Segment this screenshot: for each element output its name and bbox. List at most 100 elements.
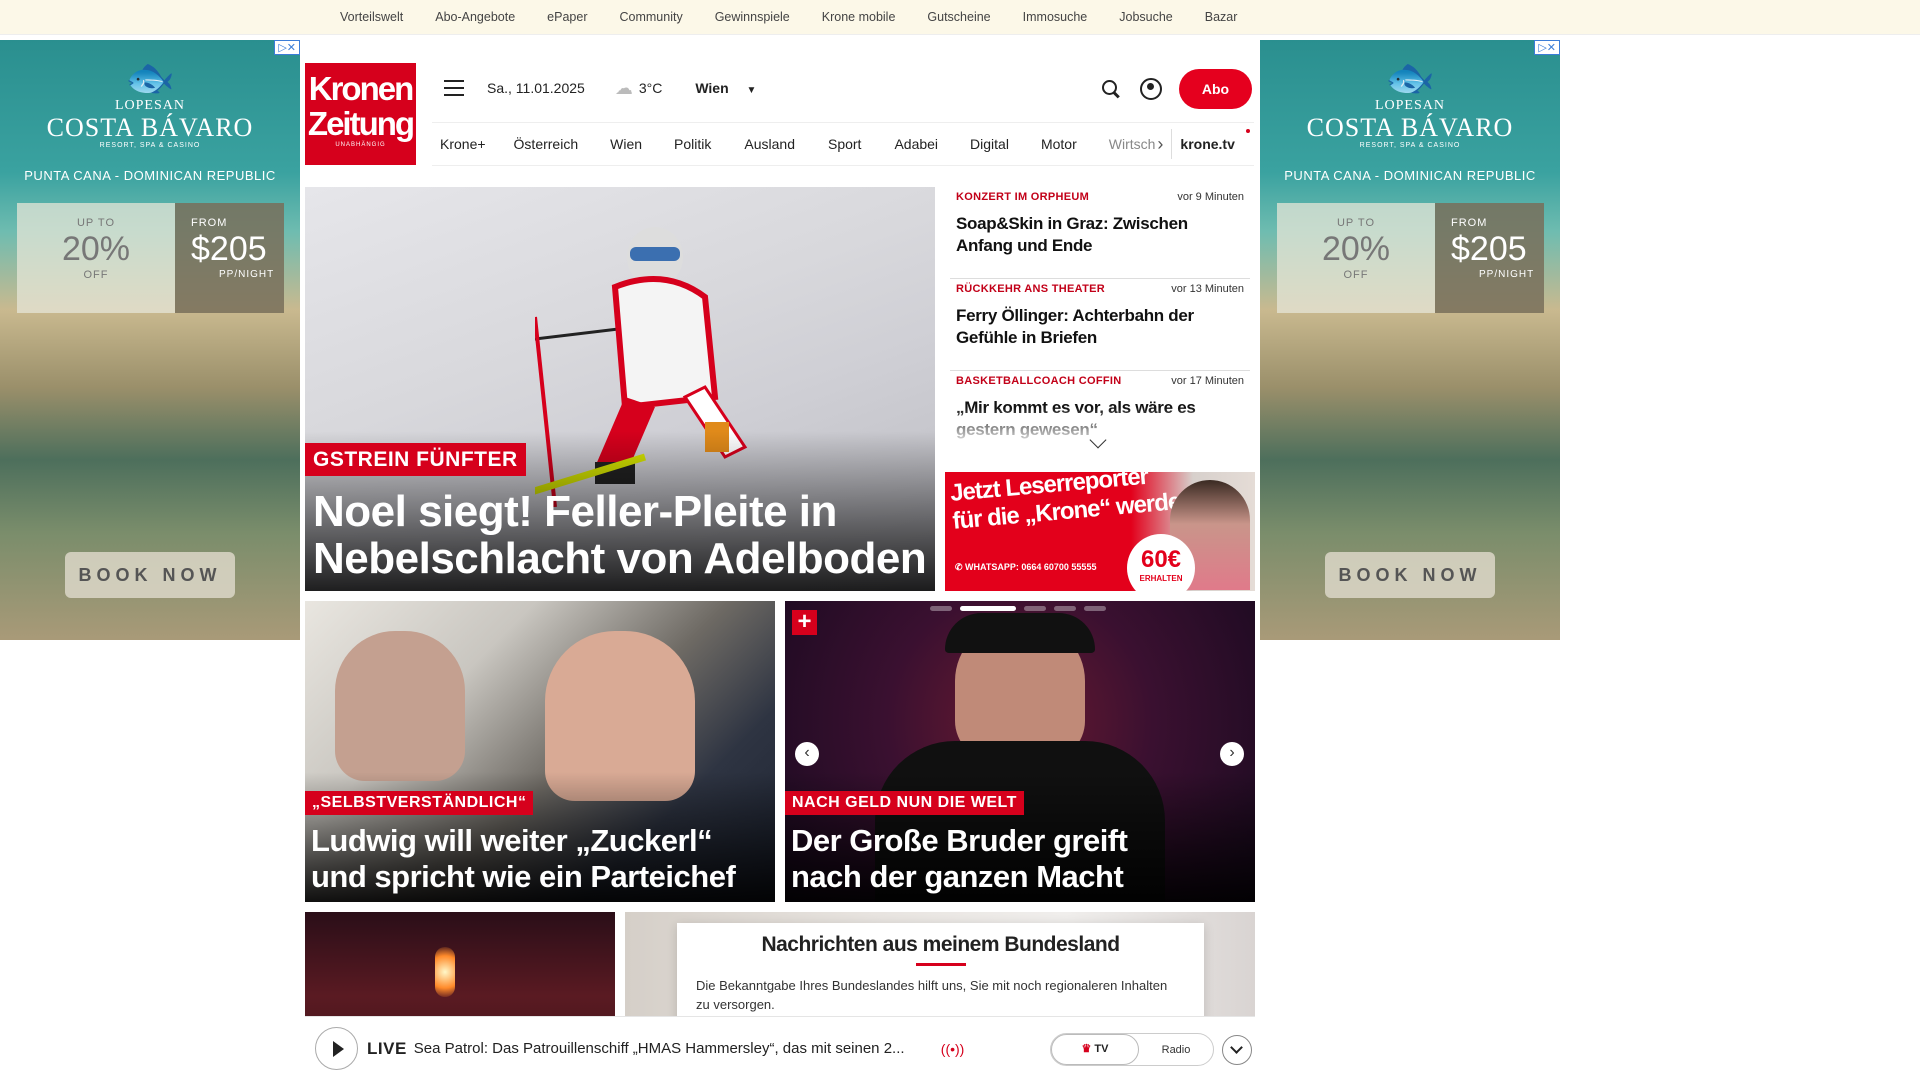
header-bar: Sa., 11.01.2025 ☁ 3°C Wien ▼ — [433, 68, 756, 108]
link-jobsuche[interactable]: Jobsuche — [1119, 0, 1173, 35]
expand-player-button[interactable] — [1222, 1035, 1252, 1065]
hero-kicker: GSTREIN FÜNFTER — [305, 443, 526, 476]
link-bazar[interactable]: Bazar — [1205, 0, 1238, 35]
link-epaper[interactable]: ePaper — [547, 0, 587, 35]
carousel-dot[interactable] — [1024, 606, 1046, 611]
chevron-down-icon: ▼ — [746, 85, 757, 96]
tile2-headline-line2: nach der ganzen Macht — [791, 859, 1124, 894]
ad-from: FROM — [191, 217, 228, 229]
link-abo-angebote[interactable]: Abo-Angebote — [435, 0, 515, 35]
tv-toggle-button[interactable]: ♛ TV — [1051, 1034, 1139, 1065]
carousel-dot[interactable] — [1084, 606, 1106, 611]
ad-price-box: FROM $205 PP/NIGHT — [175, 203, 284, 313]
nav-wirtschaft[interactable]: Wirtsch — [1109, 136, 1158, 152]
nav-ausland[interactable]: Ausland — [744, 136, 811, 152]
ad-left[interactable]: ▷✕ 🐟 LOPESAN COSTA BÁVARO RESORT, SPA & … — [0, 40, 300, 640]
link-krone-mobile[interactable]: Krone mobile — [822, 0, 896, 35]
ad-book-now-button[interactable]: BOOK NOW — [1325, 552, 1495, 598]
carousel-next-icon[interactable]: › — [1220, 742, 1244, 766]
carousel-indicators[interactable] — [930, 606, 1106, 611]
ad-logo: 🐟 LOPESAN COSTA BÁVARO RESORT, SPA & CAS… — [1260, 58, 1560, 149]
play-button[interactable] — [315, 1027, 358, 1070]
tile1-kicker: „SELBSTVERSTÄNDLICH“ — [305, 791, 534, 815]
link-gutscheine[interactable]: Gutscheine — [927, 0, 990, 35]
link-immosuche[interactable]: Immosuche — [1023, 0, 1088, 35]
tile2-headline[interactable]: Der Große Bruder greift nach der ganzen … — [791, 823, 1128, 895]
radio-toggle-button[interactable]: Radio — [1139, 1044, 1213, 1056]
main-navigation: Krone+ Österreich Wien Politik Ausland S… — [432, 122, 1254, 166]
live-label: LIVE — [367, 1038, 407, 1058]
adchoices-icon[interactable]: ▷✕ — [274, 40, 300, 55]
ad-brand-line2: COSTA BÁVARO — [46, 113, 254, 142]
carousel-dot-active[interactable] — [960, 606, 1016, 611]
ad-from: FROM — [1451, 217, 1488, 229]
marlin-icon: 🐟 — [125, 56, 175, 100]
nav-krone-plus[interactable]: Krone+ — [440, 136, 502, 152]
tile1-headline[interactable]: Ludwig will weiter „Zuckerl“ und spricht… — [311, 823, 736, 895]
news-time: vor 13 Minuten — [1171, 283, 1244, 295]
latest-news-list: KONZERT IM ORPHEUM vor 9 Minuten Soap&Ski… — [950, 187, 1250, 447]
tile1-headline-line2: und spricht wie ein Parteichef — [311, 859, 736, 894]
user-account-icon[interactable] — [1140, 78, 1162, 100]
ad-brand-line1: LOPESAN — [1374, 98, 1445, 113]
chevron-right-icon[interactable]: › — [1157, 134, 1163, 155]
nav-motor[interactable]: Motor — [1041, 136, 1093, 152]
player-title[interactable]: Sea Patrol: Das Patrouillenschiff „HMAS … — [414, 1040, 929, 1057]
abo-button[interactable]: Abo — [1179, 69, 1252, 109]
ad-price-box: FROM $205 PP/NIGHT — [1435, 203, 1544, 313]
hero-headline-line2: Nebelschlacht von Adelboden — [313, 534, 927, 583]
news-time: vor 17 Minuten — [1171, 375, 1244, 387]
nav-oesterreich[interactable]: Österreich — [514, 136, 595, 152]
ad-location: PUNTA CANA - DOMINICAN REPUBLIC — [24, 168, 276, 183]
tile1-headline-line1: Ludwig will weiter „Zuckerl“ — [311, 823, 713, 858]
top-service-bar: Vorteilswelt Abo-Angebote ePaper Communi… — [0, 0, 1920, 35]
ad-right[interactable]: ▷✕ 🐟 LOPESAN COSTA BÁVARO RESORT, SPA & … — [1260, 40, 1560, 640]
list-item[interactable]: RÜCKKEHR ANS THEATER vor 13 Minuten Ferry… — [950, 279, 1250, 371]
nav-wien[interactable]: Wien — [610, 136, 658, 152]
news-time: vor 9 Minuten — [1177, 191, 1244, 203]
nav-divider — [1171, 129, 1173, 159]
temperature: 3°C — [638, 80, 663, 96]
crown-icon: ♛ — [1081, 1043, 1095, 1055]
link-vorteilswelt[interactable]: Vorteilswelt — [340, 0, 403, 35]
whatsapp-number: WHATSAPP: 0664 60700 55555 — [965, 562, 1097, 572]
kronen-zeitung-logo[interactable]: Kronen Zeitung UNABHÄNGIG — [305, 63, 416, 165]
ad-price: $205 — [1451, 230, 1527, 268]
badge-amount: 60€ — [1140, 546, 1182, 573]
ad-discount: 20% — [1321, 230, 1391, 268]
menu-icon[interactable] — [444, 80, 464, 96]
nav-digital[interactable]: Digital — [970, 136, 1025, 152]
cap-photo — [945, 613, 1095, 653]
ad-discount-box: UP TO 20% OFF — [17, 203, 175, 313]
nav-politik[interactable]: Politik — [674, 136, 727, 152]
whatsapp-icon: ✆ — [955, 562, 966, 572]
ad-book-now-button[interactable]: BOOK NOW — [65, 552, 235, 598]
popup-underline — [915, 963, 966, 966]
ad-brand-line3: RESORT, SPA & CASINO — [99, 142, 201, 149]
person-photo — [335, 631, 465, 781]
ad-brand-line1: LOPESAN — [114, 98, 185, 113]
nav-adabei[interactable]: Adabei — [894, 136, 954, 152]
city-selector[interactable]: Wien ▼ — [695, 80, 756, 96]
leserreporter-banner[interactable]: Jetzt Leserreporter für die „Krone“ werd… — [945, 472, 1255, 591]
link-community[interactable]: Community — [619, 0, 682, 35]
hero-headline-line1: Noel siegt! Feller-Pleite in — [313, 487, 837, 536]
tile2-kicker: NACH GELD NUN DIE WELT — [785, 791, 1024, 815]
search-icon[interactable] — [1100, 78, 1122, 100]
tv-radio-toggle[interactable]: ♛ TV Radio — [1050, 1033, 1214, 1066]
link-gewinnspiele[interactable]: Gewinnspiele — [715, 0, 790, 35]
carousel-dot[interactable] — [1054, 606, 1076, 611]
news-tag: RÜCKKEHR ANS THEATER — [956, 283, 1105, 295]
list-item[interactable]: KONZERT IM ORPHEUM vor 9 Minuten Soap&Ski… — [950, 187, 1250, 279]
carousel-dot[interactable] — [930, 606, 952, 611]
adchoices-icon[interactable]: ▷✕ — [1534, 40, 1560, 55]
ad-brand-line2: COSTA BÁVARO — [1306, 113, 1514, 142]
live-player-bar: LIVE Sea Patrol: Das Patrouillenschiff „… — [305, 1016, 1255, 1080]
carousel-prev-icon[interactable]: ‹ — [795, 742, 819, 766]
nav-sport[interactable]: Sport — [828, 136, 877, 152]
header-actions: Abo — [1100, 69, 1252, 109]
nav-krone-tv[interactable]: krone.tv — [1180, 136, 1250, 152]
banner-whatsapp: ✆ WHATSAPP: 0664 60700 55555 — [955, 562, 1096, 573]
city-label: Wien — [695, 80, 729, 96]
hero-headline[interactable]: Noel siegt! Feller-Pleite in Nebelschlac… — [313, 487, 927, 583]
